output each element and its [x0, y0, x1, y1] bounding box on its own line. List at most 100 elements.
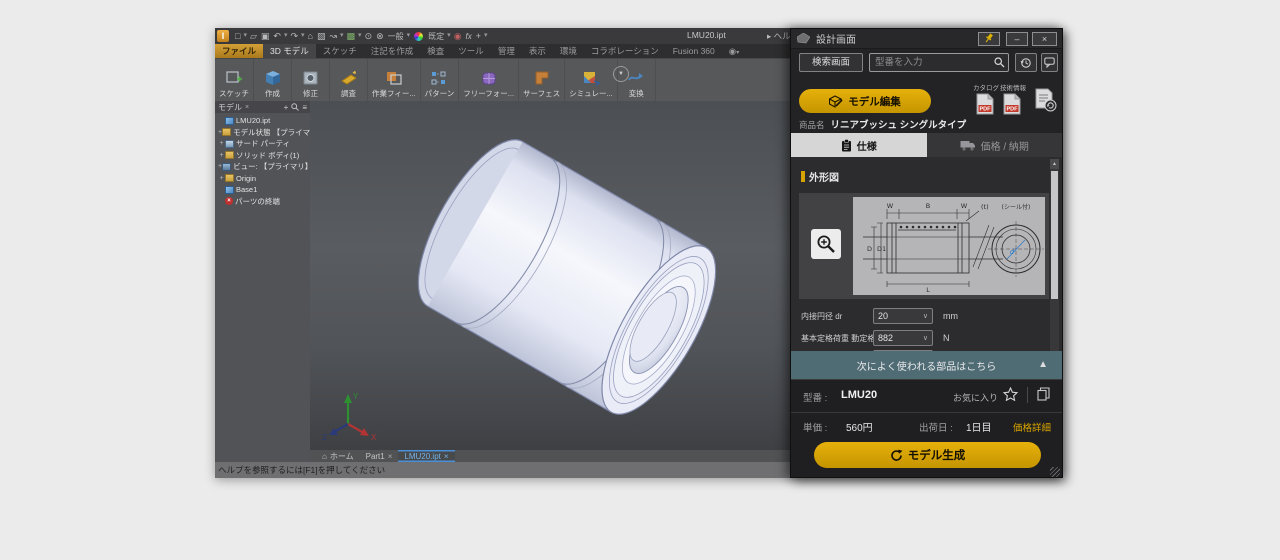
home-view-icon[interactable]: ⌂: [308, 29, 313, 43]
model-edit-button[interactable]: モデル編集: [799, 89, 931, 113]
tree-item-view[interactable]: +ビュー: 【プライマリ】: [218, 161, 310, 173]
ribbon-button-pattern[interactable]: パターン: [421, 59, 460, 101]
tree-item-part[interactable]: LMU20.ipt: [218, 115, 310, 127]
expander-icon[interactable]: +: [218, 152, 225, 159]
content-scrollbar[interactable]: ▲: [1050, 159, 1059, 351]
ship-label: 出荷日 :: [919, 420, 953, 434]
undo-icon[interactable]: ↶: [273, 29, 281, 43]
appearance-caret-icon[interactable]: ▾: [447, 29, 451, 43]
3d-viewport[interactable]: Y X Z: [310, 101, 790, 450]
adjust-icon[interactable]: ◉: [454, 29, 462, 43]
ribbon-button-modify[interactable]: 修正: [292, 59, 330, 101]
close-tab-icon[interactable]: ×: [388, 452, 393, 461]
presence-icon[interactable]: ⊙: [365, 29, 373, 43]
tab-view[interactable]: 表示: [522, 44, 553, 58]
open-icon[interactable]: ▱: [250, 29, 257, 43]
minimize-button[interactable]: –: [1006, 32, 1028, 46]
browser-close-icon[interactable]: ×: [245, 104, 249, 111]
feedback-button[interactable]: [1041, 53, 1058, 72]
tab-annotate[interactable]: 注記を作成: [364, 44, 421, 58]
dim-b-label: B: [926, 202, 930, 210]
tab-price-delivery[interactable]: 価格 / 納期: [927, 133, 1063, 157]
tab-tools[interactable]: ツール: [451, 44, 491, 58]
scroll-up-icon[interactable]: ▲: [1050, 159, 1059, 169]
tab-manage[interactable]: 管理: [491, 44, 522, 58]
browser-menu-icon[interactable]: ≡: [302, 103, 307, 112]
inventor-logo-icon[interactable]: I: [217, 30, 229, 42]
material-select-caret-icon[interactable]: ▾: [407, 29, 411, 43]
tree-item-base1[interactable]: Base1: [218, 184, 310, 196]
tab-file[interactable]: ファイル: [215, 44, 263, 58]
pin-button[interactable]: [978, 32, 1000, 46]
tab-sketch[interactable]: スケッチ: [316, 44, 364, 58]
expander-icon[interactable]: +: [218, 175, 225, 182]
color-wheel-icon[interactable]: [414, 32, 423, 41]
tree-item-model-states[interactable]: +モデル状態 【プライマリ】: [218, 127, 310, 139]
tree-item-origin[interactable]: +Origin: [218, 173, 310, 185]
look-at-icon[interactable]: ▧: [317, 29, 326, 43]
ribbon-button-create[interactable]: 作成: [254, 59, 292, 101]
search-icon[interactable]: [994, 57, 1005, 68]
ribbon-button-freeform[interactable]: フリーフォー...: [459, 59, 519, 101]
doc-tab-lmu20[interactable]: LMU20.ipt ×: [398, 450, 454, 462]
history-button[interactable]: [1015, 53, 1037, 72]
browser-add-icon[interactable]: +: [284, 103, 289, 112]
new-caret-icon[interactable]: ▾: [243, 29, 247, 43]
tab-inspect[interactable]: 検査: [420, 44, 451, 58]
close-button[interactable]: ×: [1032, 32, 1057, 46]
resize-grip[interactable]: [1050, 467, 1060, 477]
tab-overflow-icon[interactable]: ◉▾: [722, 44, 746, 58]
ribbon-button-inspect[interactable]: 調査: [330, 59, 368, 101]
tree-item-third-party[interactable]: +サード パーティ: [218, 138, 310, 150]
part-number-input[interactable]: [869, 53, 1009, 72]
tab-3d-model[interactable]: 3D モデル: [263, 44, 316, 58]
search-screen-button[interactable]: 検索画面: [799, 53, 863, 72]
parameters-fx-icon[interactable]: fx: [466, 32, 472, 41]
sweep-select-icon[interactable]: ↝: [329, 29, 337, 43]
ribbon-button-simulation[interactable]: シミュレー...: [565, 59, 618, 101]
browser-search-icon[interactable]: [291, 103, 299, 111]
favorite-star-icon[interactable]: [1003, 387, 1018, 401]
tree-item-end-of-part[interactable]: ×パーツの終端: [218, 196, 310, 208]
load-rating-select[interactable]: 882 ∨: [873, 330, 933, 346]
save-icon[interactable]: ▣: [261, 29, 270, 43]
tab-spec[interactable]: 仕様: [791, 133, 927, 157]
bore-diameter-select[interactable]: 20 ∨: [873, 308, 933, 324]
copy-icon[interactable]: [1037, 387, 1050, 401]
ribbon-button-work-features[interactable]: 作業フィー...: [368, 59, 421, 101]
sweep-caret-icon[interactable]: ▾: [340, 29, 344, 43]
spec-sheet-link[interactable]: [1034, 88, 1058, 117]
expand-up-icon[interactable]: ▲: [1038, 359, 1048, 370]
doc-tab-home[interactable]: ⌂ ホーム: [316, 450, 360, 462]
tab-fusion360[interactable]: Fusion 360: [666, 44, 722, 58]
tree-item-solid-bodies[interactable]: +ソリッド ボディ(1): [218, 150, 310, 162]
ribbon-button-sketch[interactable]: スケッチ: [215, 59, 254, 101]
close-tab-icon[interactable]: ×: [444, 452, 449, 461]
ribbon-collapse-button[interactable]: ▼: [613, 66, 629, 82]
no-material-icon[interactable]: ⊗: [376, 29, 384, 43]
drawing-zoom-button[interactable]: [811, 229, 841, 259]
tab-environments[interactable]: 環境: [553, 44, 584, 58]
tech-info-pdf-link[interactable]: 技術情報 PDF: [1000, 82, 1024, 120]
new-document-icon[interactable]: □: [235, 29, 240, 43]
material-select[interactable]: 一般: [388, 31, 404, 42]
ribbon-button-surface[interactable]: サーフェス: [519, 59, 565, 101]
measure-plus-icon[interactable]: +: [476, 29, 481, 43]
redo-icon[interactable]: ↷: [290, 29, 298, 43]
browser-header: モデル × + ≡: [215, 101, 310, 113]
expander-icon[interactable]: +: [218, 140, 225, 147]
price-detail-link[interactable]: 価格詳細: [1013, 420, 1051, 434]
doc-tab-part1[interactable]: Part1 ×: [360, 450, 399, 462]
generate-model-button[interactable]: モデル生成: [814, 442, 1041, 468]
material-caret-icon[interactable]: ▾: [358, 29, 362, 43]
undo-caret-icon[interactable]: ▾: [284, 29, 288, 43]
redo-caret-icon[interactable]: ▾: [301, 29, 305, 43]
catalog-pdf-link[interactable]: カタログ PDF: [973, 82, 997, 120]
suggestion-bar[interactable]: 次によく使われる部品はこちら ▲: [791, 351, 1062, 379]
material-icon[interactable]: ▩: [347, 29, 356, 43]
qat-caret-icon[interactable]: ▾: [484, 29, 488, 43]
truck-icon: [960, 140, 976, 151]
appearance-select[interactable]: 既定: [428, 31, 444, 42]
tab-collaborate[interactable]: コラボレーション: [584, 44, 666, 58]
scrollbar-thumb[interactable]: [1051, 171, 1058, 299]
